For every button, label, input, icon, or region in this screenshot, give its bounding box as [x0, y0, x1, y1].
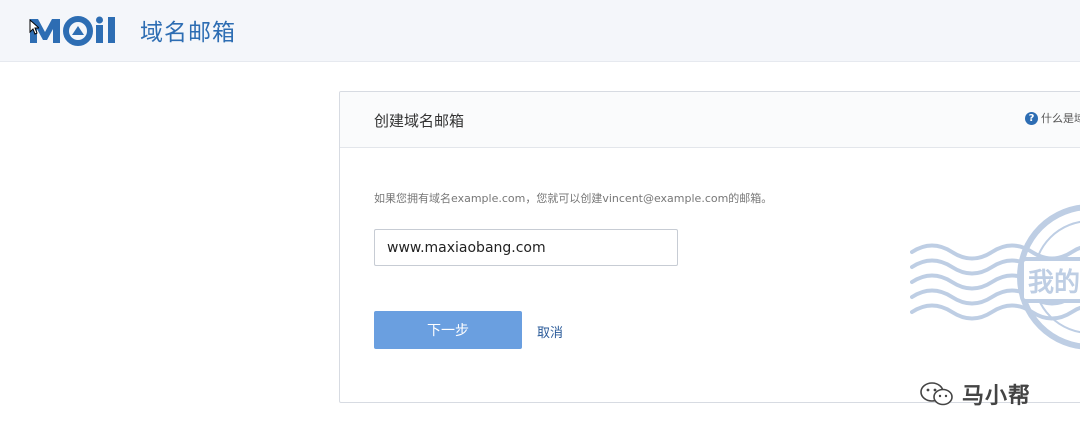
mouse-cursor-icon	[29, 19, 39, 35]
watermark-text: 马小帮	[962, 384, 1032, 409]
question-icon: ?	[1025, 111, 1038, 125]
panel-header: 创建域名邮箱 ? 什么是域	[340, 92, 1080, 148]
create-domain-mail-panel: 创建域名邮箱 ? 什么是域 如果您拥有域名example.com，您就可以创建v…	[339, 91, 1080, 403]
help-text: 什么是域	[1041, 112, 1080, 125]
logo-text: 域名邮箱	[140, 20, 236, 46]
help-link[interactable]: ? 什么是域	[1025, 110, 1080, 126]
watermark: 马小帮	[920, 378, 1031, 410]
stamp-text: 我的	[1028, 267, 1080, 298]
domain-input[interactable]	[374, 229, 678, 266]
wechat-icon	[920, 382, 953, 406]
panel-title: 创建域名邮箱	[374, 112, 465, 130]
hint-text: 如果您拥有域名example.com，您就可以创建vincent@example…	[374, 192, 773, 205]
top-header: 域名邮箱	[0, 0, 1080, 62]
logo[interactable]: 域名邮箱	[28, 10, 236, 50]
next-step-button[interactable]: 下一步	[374, 311, 522, 349]
cancel-link[interactable]: 取消	[537, 322, 563, 341]
postmark-stamp-icon: 我的	[910, 204, 1080, 350]
mail-logo-icon	[30, 16, 115, 46]
